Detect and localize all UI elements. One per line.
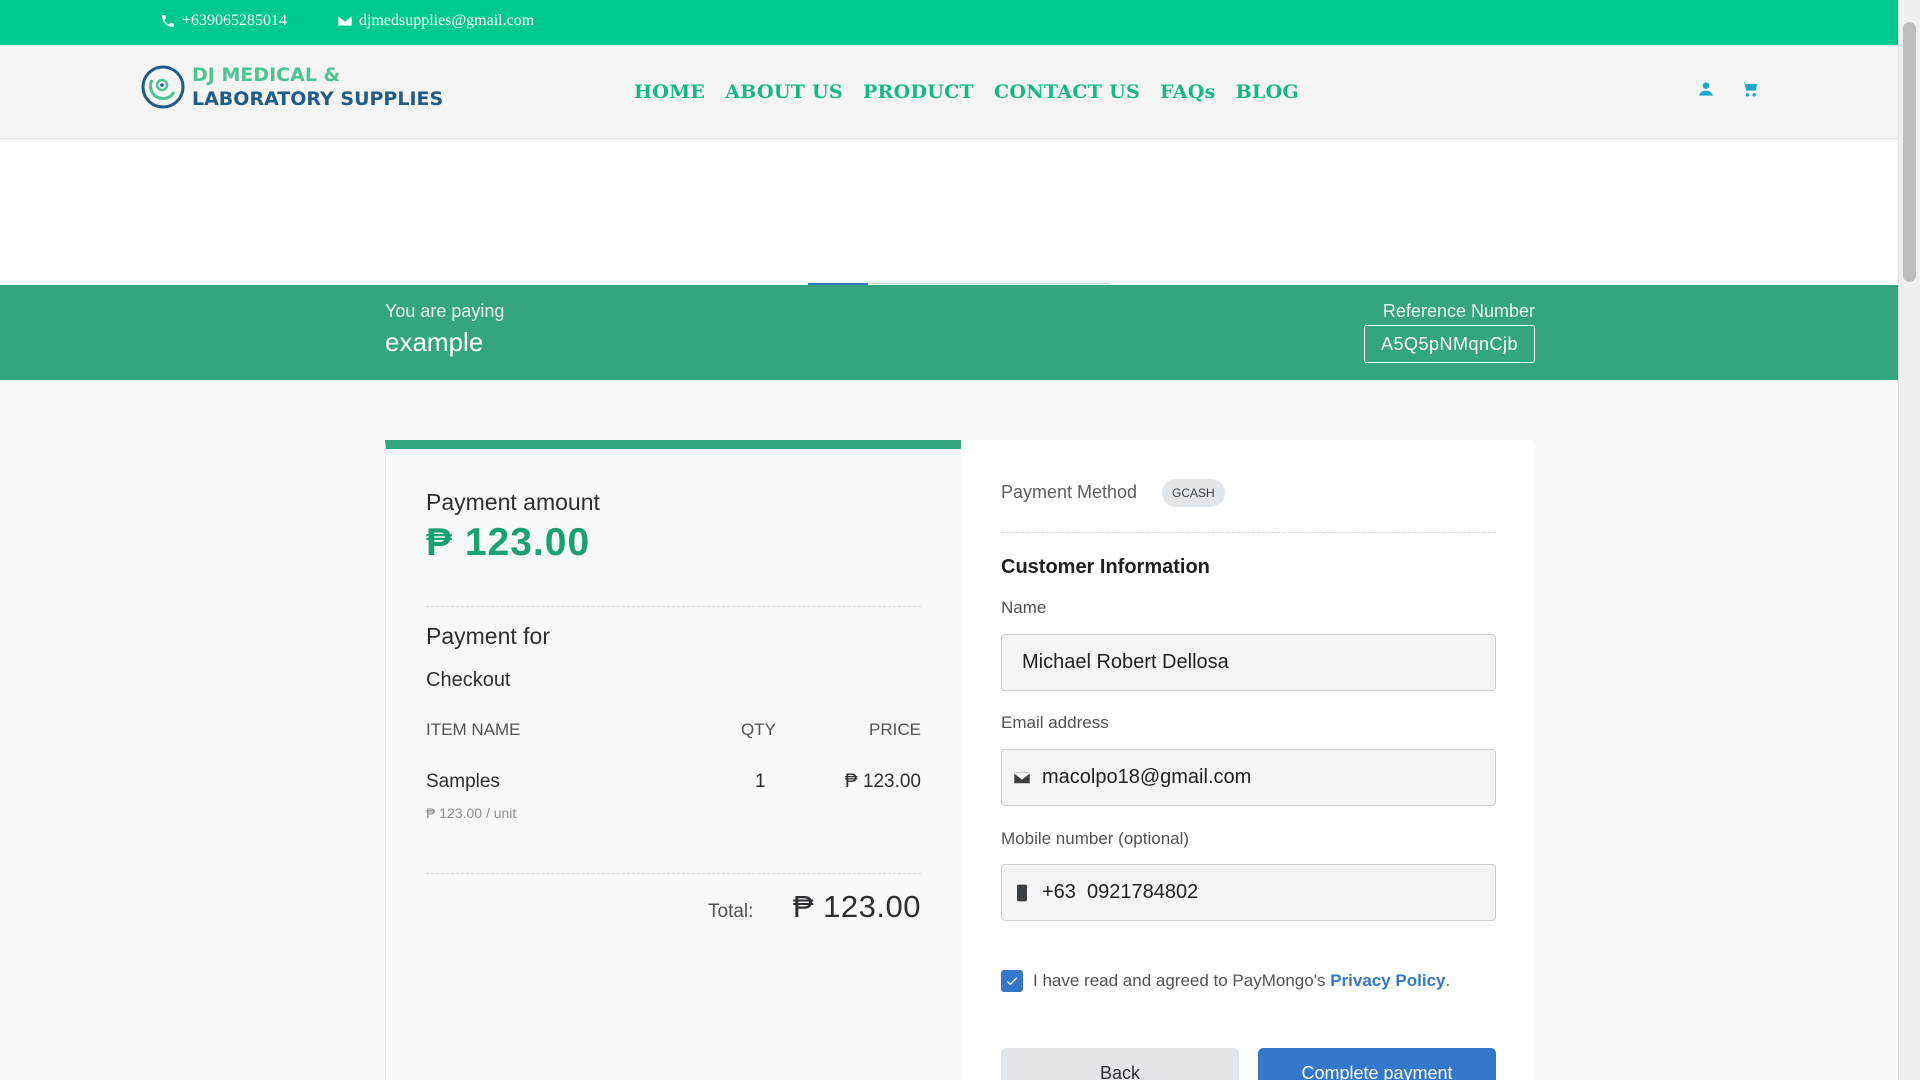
checkmark-icon	[1006, 977, 1018, 986]
payment-header: You are paying example Reference Number …	[0, 285, 1898, 380]
item-unit-price: ₱ 123.00 / unit	[426, 805, 517, 821]
mobile-phone-icon	[1017, 884, 1027, 901]
paying-label: You are paying	[385, 301, 505, 321]
payment-summary: Payment amount ₱ 123.00 Payment for Chec…	[385, 440, 961, 1080]
user-icon[interactable]	[1696, 79, 1716, 99]
name-value: Michael Robert Dellosa	[1022, 651, 1229, 673]
payment-for-value: Checkout	[426, 669, 511, 691]
customer-info-title: Customer Information	[1001, 556, 1210, 578]
privacy-policy-link[interactable]: Privacy Policy	[1330, 971, 1445, 990]
phone-icon	[162, 15, 174, 27]
form-divider	[1001, 532, 1496, 533]
nav-home[interactable]: HOME	[634, 81, 705, 103]
reference-number: A5Q5pNMqnCjb	[1364, 325, 1535, 363]
total-label: Total:	[708, 901, 754, 922]
reference-label: Reference Number	[1382, 301, 1535, 321]
nav-about-us[interactable]: ABOUT US	[725, 81, 843, 103]
item-price: ₱ 123.00	[844, 771, 921, 792]
nav-product[interactable]: PRODUCT	[863, 81, 974, 103]
divider-fragment	[868, 283, 1110, 284]
envelope-icon	[338, 16, 352, 26]
agree-checkbox[interactable]	[1001, 970, 1023, 992]
customer-form: Payment Method GCASH Customer Informatio…	[961, 440, 1535, 1080]
col-qty: QTY	[741, 720, 776, 739]
phone-number: +639065285014	[182, 12, 288, 29]
mobile-label: Mobile number (optional)	[1001, 829, 1190, 848]
payment-amount-value: ₱ 123.00	[426, 521, 591, 564]
back-button[interactable]: Back	[1001, 1048, 1239, 1080]
nav-faqs[interactable]: FAQs	[1160, 81, 1216, 103]
brand-logo[interactable]: DJ MEDICAL & LABORATORY SUPPLIES	[140, 63, 443, 111]
paying-value: example	[385, 327, 484, 357]
payment-amount-label: Payment amount	[426, 489, 600, 515]
envelope-icon	[1013, 771, 1031, 784]
brand-line1: DJ MEDICAL &	[192, 64, 341, 86]
total-value: ₱ 123.00	[792, 889, 921, 924]
cart-icon[interactable]	[1740, 79, 1760, 99]
brand-line2: LABORATORY SUPPLIES	[192, 88, 444, 110]
blank-area	[0, 140, 1898, 285]
main-navbar: DJ MEDICAL & LABORATORY SUPPLIES HOME AB…	[0, 45, 1898, 139]
agree-end: .	[1445, 971, 1451, 990]
agree-text: I have read and agreed to PayMongo's	[1033, 971, 1326, 990]
mobile-value: +63 0921784802	[1042, 881, 1199, 903]
name-field[interactable]: Michael Robert Dellosa	[1001, 634, 1496, 691]
col-price: PRICE	[869, 720, 921, 739]
email-label: Email address	[1001, 713, 1109, 732]
nav-menu: HOME ABOUT US PRODUCT CONTACT US FAQs BL…	[634, 45, 1299, 139]
stethoscope-logo-icon	[141, 65, 185, 109]
nav-actions	[1696, 79, 1760, 99]
nav-contact-us[interactable]: CONTACT US	[994, 81, 1140, 103]
vertical-scrollbar[interactable]	[1898, 0, 1920, 1080]
complete-payment-button[interactable]: Complete payment	[1258, 1048, 1496, 1080]
scrollbar-thumb[interactable]	[1903, 22, 1916, 282]
mobile-field[interactable]: +63 0921784802	[1001, 864, 1496, 921]
email-address: djmedsupplies@gmail.com	[359, 12, 535, 29]
email-field[interactable]: macolpo18@gmail.com	[1001, 749, 1496, 806]
email-value: macolpo18@gmail.com	[1042, 766, 1252, 788]
phone-contact[interactable]: +639065285014	[160, 12, 287, 30]
item-name: Samples	[426, 771, 500, 792]
brand-name: DJ MEDICAL & LABORATORY SUPPLIES	[192, 63, 443, 111]
privacy-agreement: I have read and agreed to PayMongo's Pri…	[1001, 970, 1450, 992]
summary-divider	[426, 606, 921, 607]
contact-bar: +639065285014 djmedsupplies@gmail.com	[0, 0, 1920, 45]
nav-blog[interactable]: BLOG	[1236, 81, 1299, 103]
summary-divider	[426, 873, 921, 874]
payment-method-badge: GCASH	[1162, 479, 1225, 507]
payment-for-label: Payment for	[426, 623, 550, 649]
col-item-name: ITEM NAME	[426, 720, 521, 739]
email-contact[interactable]: djmedsupplies@gmail.com	[337, 12, 534, 30]
item-qty: 1	[755, 771, 766, 792]
payment-method-label: Payment Method	[1001, 482, 1138, 502]
name-label: Name	[1001, 598, 1047, 617]
